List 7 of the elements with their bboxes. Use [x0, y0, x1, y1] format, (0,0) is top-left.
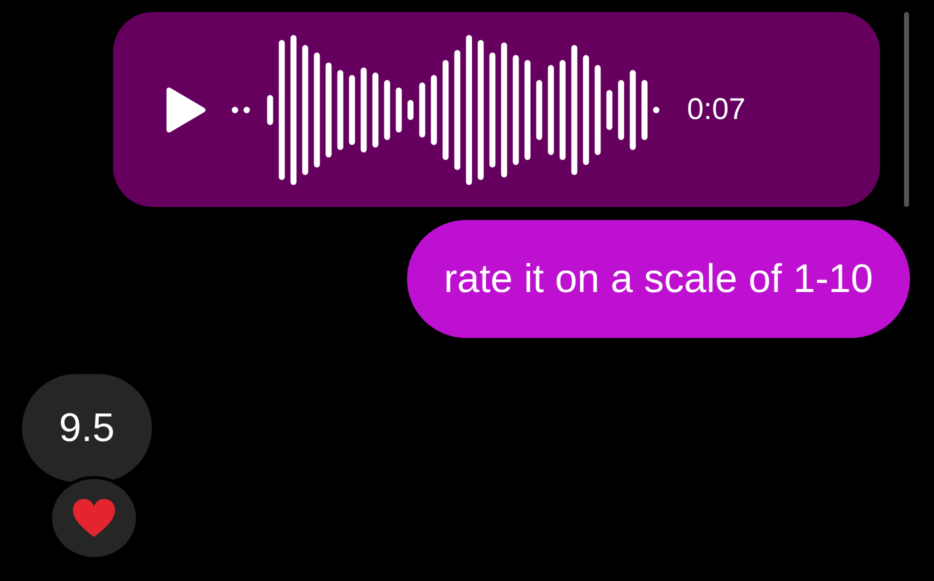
scrollbar[interactable] — [904, 12, 909, 207]
message-bubble: rate it on a scale of 1-10 — [406, 220, 910, 338]
play-icon[interactable] — [165, 86, 207, 134]
message-bubble: 9.5 — [22, 374, 152, 482]
voice-message-bubble[interactable]: 0:07 — [113, 12, 880, 207]
duration-label: 0:07 — [687, 92, 746, 126]
heart-icon — [71, 497, 117, 539]
